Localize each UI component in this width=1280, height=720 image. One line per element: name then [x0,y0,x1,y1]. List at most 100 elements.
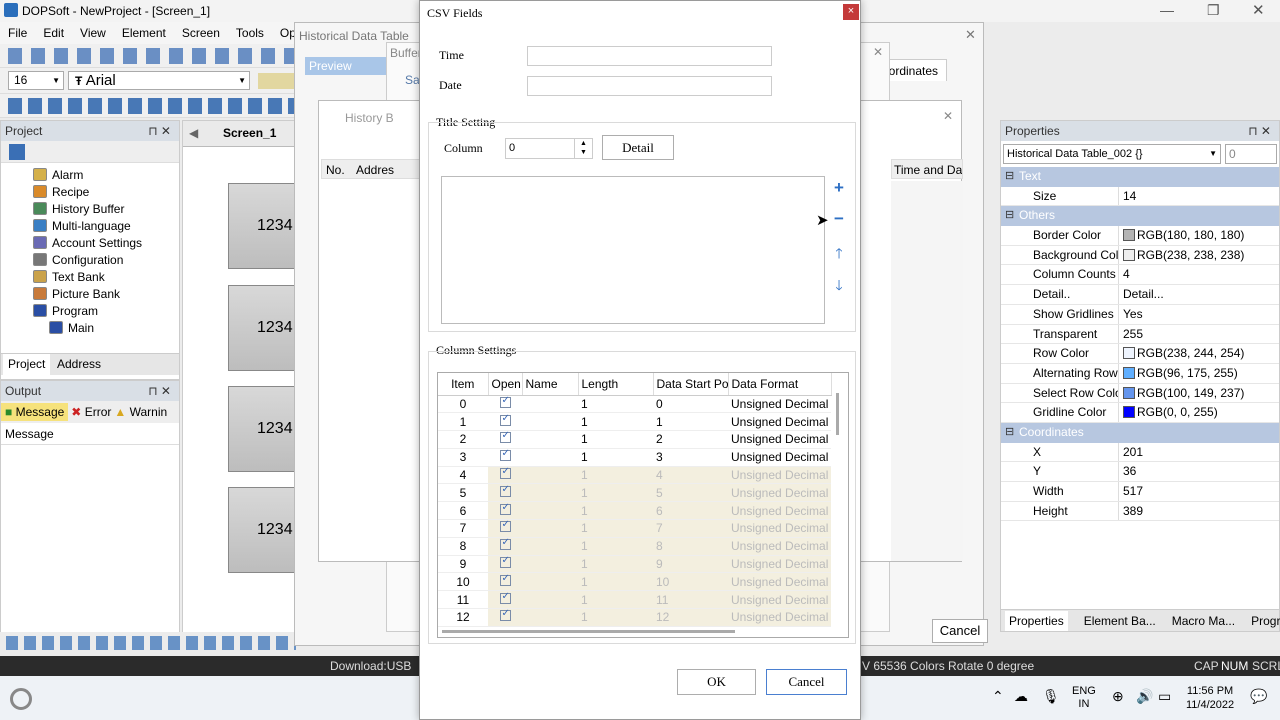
properties-tab[interactable]: Macro Ma... [1172,614,1235,628]
properties-tab[interactable]: Properties [1005,610,1068,631]
data-start-cell[interactable]: 5 [653,483,728,503]
open-checkbox[interactable] [499,466,511,480]
data-format-cell[interactable]: Unsigned Decimal [728,483,831,503]
menu-tools[interactable]: Tools [228,26,272,40]
open-cell[interactable] [488,466,522,485]
category-text[interactable]: Text [1001,167,1279,187]
drawing-tool-icons[interactable] [8,98,298,114]
property-row[interactable]: Background Color RGB(238, 238, 238) [1001,245,1279,266]
font-name-select[interactable]: Ŧ Arial ▼ [68,71,250,90]
name-cell[interactable] [522,466,578,485]
tree-item-picture-bank[interactable]: Picture Bank [33,286,179,303]
data-start-cell[interactable]: 11 [653,590,728,610]
length-cell[interactable]: 1 [578,555,653,574]
open-cell[interactable] [488,483,522,503]
column-header[interactable]: Name [522,373,579,396]
open-cell[interactable] [488,430,522,449]
open-cell[interactable] [488,555,522,574]
open-checkbox[interactable] [499,413,511,426]
app-taskbar-icon[interactable] [10,688,32,710]
name-cell[interactable] [522,555,578,574]
align-icons[interactable] [6,636,296,650]
property-row[interactable]: Height 389 [1001,501,1279,522]
dialog-close-icon[interactable]: × [843,4,859,20]
open-checkbox[interactable] [499,502,511,515]
error-tab[interactable]: ✖ Error [71,405,111,419]
clock[interactable]: 11:56 PM 11/4/2022 [1186,684,1234,712]
open-checkbox[interactable] [499,520,511,533]
open-checkbox[interactable] [499,395,511,408]
tree-item-main[interactable]: Main [33,320,179,337]
property-row[interactable]: Row Color RGB(238, 244, 254) [1001,344,1279,364]
coordinates-tab[interactable]: oordinates [881,59,947,81]
data-format-cell[interactable]: Unsigned Decimal [728,412,831,432]
open-cell[interactable] [488,590,522,610]
ok-button[interactable]: OK [677,669,756,695]
table-row[interactable]: 818Unsigned Decimal [438,537,831,556]
property-row[interactable]: Select Row Color RGB(100, 149, 237) [1001,383,1279,404]
data-format-cell[interactable]: Unsigned Decimal [728,501,831,521]
move-down-icon[interactable]: 🡓 [829,275,849,293]
properties-tab[interactable]: Element Ba... [1084,614,1156,628]
data-format-cell[interactable]: Unsigned Decimal [728,590,831,610]
data-start-cell[interactable]: 12 [653,608,728,627]
name-cell[interactable] [522,572,578,592]
object-number-spinner[interactable]: 0 [1225,144,1277,164]
name-cell[interactable] [522,501,578,521]
menu-element[interactable]: Element [114,26,174,40]
name-cell[interactable] [522,483,578,503]
property-row[interactable]: Width 517 [1001,482,1279,502]
table-row[interactable]: 010Unsigned Decimal [438,395,831,414]
table-row[interactable]: 717Unsigned Decimal [438,519,831,538]
column-header[interactable]: Data Start Po [653,373,729,396]
property-row[interactable]: Border Color RGB(180, 180, 180) [1001,226,1279,246]
table-row[interactable]: 515Unsigned Decimal [438,483,831,503]
data-start-cell[interactable]: 9 [653,555,728,574]
open-checkbox[interactable] [499,431,511,444]
column-header[interactable]: Open [488,373,523,396]
length-cell[interactable]: 1 [578,430,653,449]
open-checkbox[interactable] [499,448,511,462]
table-row[interactable]: 12112Unsigned Decimal [438,608,831,627]
column-header[interactable]: Data Format [728,373,832,396]
data-format-cell[interactable]: Unsigned Decimal [728,608,831,627]
property-value[interactable]: 517 [1119,482,1279,501]
table-row[interactable]: 616Unsigned Decimal [438,501,831,521]
preview-tab[interactable]: Preview [305,57,395,75]
column-header[interactable]: Length [578,373,654,396]
length-cell[interactable]: 1 [578,572,653,592]
time-input[interactable] [527,46,772,66]
property-row[interactable]: Alternating Row C RGB(96, 175, 255) [1001,363,1279,384]
length-cell[interactable]: 1 [578,501,653,521]
property-value[interactable]: RGB(238, 244, 254) [1119,344,1279,363]
name-cell[interactable] [522,519,578,538]
data-format-cell[interactable]: Unsigned Decimal [728,572,831,592]
menu-view[interactable]: View [72,26,114,40]
tree-item-program[interactable]: Program [33,303,179,320]
name-cell[interactable] [522,608,578,627]
property-row[interactable]: X 201 [1001,442,1279,463]
property-value[interactable]: RGB(238, 238, 238) [1119,246,1279,265]
tab-scroll-left-icon[interactable]: ◀ [189,126,198,140]
column-spinner[interactable]: 0 ▲ ▼ [505,138,593,159]
open-checkbox[interactable] [499,591,511,604]
property-value[interactable]: Yes [1119,305,1279,324]
data-format-cell[interactable]: Unsigned Decimal [728,555,831,574]
property-row[interactable]: Detail.. Detail... [1001,285,1279,305]
length-cell[interactable]: 1 [578,590,653,610]
property-value[interactable]: 201 [1119,443,1279,462]
buffer-close-icon[interactable]: ✕ [873,45,883,59]
open-cell[interactable] [488,572,522,592]
property-value[interactable]: RGB(100, 149, 237) [1119,384,1279,403]
properties-tab[interactable]: Program e... [1251,614,1280,628]
data-start-cell[interactable]: 6 [653,501,728,521]
open-cell[interactable] [488,412,522,432]
date-input[interactable] [527,76,772,96]
table-row[interactable]: 11111Unsigned Decimal [438,590,831,610]
restore-icon[interactable]: ❐ [1207,2,1220,19]
property-value[interactable]: 14 [1119,187,1279,206]
add-icon[interactable]: + [829,179,849,197]
vertical-scrollbar[interactable] [836,393,839,435]
tab-address[interactable]: Address [57,357,101,371]
globe-icon[interactable]: ⊕ [1112,688,1124,705]
